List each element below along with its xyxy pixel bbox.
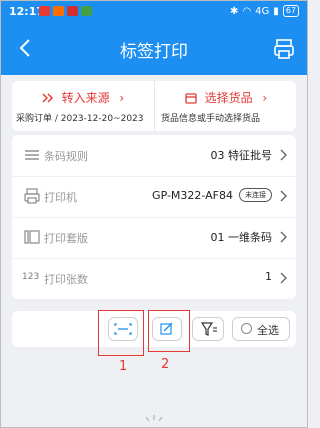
setting-row-barcode-rule[interactable]: 条码规则 03 特征批号	[12, 135, 296, 177]
chevron-right-icon	[280, 190, 287, 202]
chevron-right-icon	[280, 272, 287, 284]
printer-name: GP-M322-AF84	[152, 189, 233, 202]
setting-label: 打印机	[44, 191, 77, 204]
setting-value: 01 一维条码	[210, 231, 273, 244]
bluetooth-icon: ✱	[230, 5, 239, 17]
print-settings: 条码规则 03 特征批号 打印机 GP-M322-AF84 未连接 打印套版 01…	[12, 135, 296, 299]
signal-icon: ▮	[273, 5, 279, 17]
setting-value: 03 特征批号	[210, 149, 273, 162]
network-label: 4G	[255, 5, 270, 17]
transfer-source-label: 转入来源	[61, 91, 110, 105]
goods-box-icon	[185, 93, 197, 104]
transfer-source-subtitle: 采购订单 / 2023-12-20~2023	[16, 114, 144, 124]
chevron-right-icon	[280, 231, 287, 243]
app-notification-icon	[53, 6, 64, 16]
filter-button[interactable]	[192, 317, 224, 341]
page-title: 标签打印	[120, 42, 188, 62]
phone-screen: 12:17 ✱ ◠ 4G ▮ 67 标签打印 转入来源 › 采购订单 / 202…	[0, 0, 308, 428]
app-notification-icon	[67, 6, 78, 16]
setting-row-print-count[interactable]: 123 打印张数 1	[12, 258, 296, 299]
wifi-icon: ◠	[242, 5, 252, 17]
filter-icon	[200, 322, 217, 336]
setting-row-template[interactable]: 打印套版 01 一维条码	[12, 217, 296, 259]
setting-label: 条码规则	[44, 150, 88, 163]
transfer-source-header: 转入来源 ›	[12, 89, 154, 106]
setting-value: 1	[265, 270, 272, 283]
chevron-right-icon: ›	[262, 91, 268, 105]
battery-level: 67	[285, 6, 296, 15]
annotation-label-1: 1	[119, 359, 128, 374]
setting-row-printer[interactable]: 打印机 GP-M322-AF84 未连接	[12, 176, 296, 218]
select-goods-header: 选择货品 ›	[155, 89, 297, 106]
status-bar: 12:17 ✱ ◠ 4G ▮ 67	[1, 1, 307, 23]
select-goods-label: 选择货品	[204, 91, 253, 105]
status-indicators: ✱ ◠ 4G ▮ 67	[230, 5, 299, 17]
chevron-right-icon	[280, 149, 287, 161]
loading-spinner-icon	[145, 415, 163, 422]
count-icon: 123	[22, 272, 40, 282]
status-app-icons	[39, 6, 92, 16]
radio-icon	[241, 323, 252, 334]
status-badge: 未连接	[239, 188, 272, 202]
source-card: 转入来源 › 采购订单 / 2023-12-20~2023 选择货品 › 货品信…	[12, 81, 296, 131]
app-notification-icon	[39, 6, 50, 16]
printer-icon[interactable]	[273, 38, 295, 60]
transfer-icon	[42, 93, 53, 103]
chevron-right-icon: ›	[119, 91, 125, 105]
select-all-label: 全选	[257, 324, 279, 337]
annotation-box-2	[148, 310, 190, 352]
app-notification-icon	[81, 6, 92, 16]
select-goods-button[interactable]: 选择货品 › 货品信息或手动选择货品	[154, 81, 297, 131]
setting-label: 打印张数	[44, 273, 88, 286]
barcode-rule-icon	[25, 150, 39, 160]
select-goods-subtitle: 货品信息或手动选择货品	[161, 114, 261, 124]
annotation-label-2: 2	[161, 357, 170, 372]
annotation-box-1	[98, 310, 144, 356]
app-header: 标签打印	[1, 23, 307, 75]
battery-icon: 67	[282, 5, 299, 17]
transfer-source-button[interactable]: 转入来源 › 采购订单 / 2023-12-20~2023	[12, 81, 154, 131]
setting-label: 打印套版	[44, 232, 88, 245]
printer-icon	[24, 188, 40, 204]
setting-value: GP-M322-AF84 未连接	[152, 188, 272, 202]
select-all-button[interactable]: 全选	[232, 317, 290, 341]
template-icon	[24, 230, 40, 244]
